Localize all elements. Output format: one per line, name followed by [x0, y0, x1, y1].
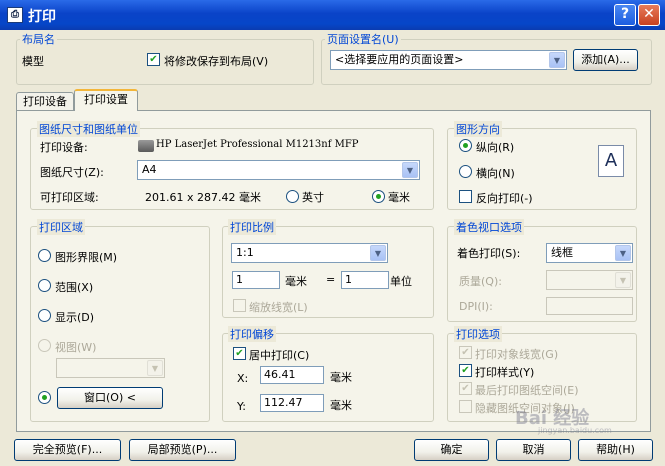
ok-button[interactable]: 确定 — [414, 439, 489, 461]
center-plot-checkbox[interactable]: ✔ — [233, 347, 246, 360]
plot-options-group-title: 打印选项 — [454, 326, 502, 342]
paper-size-label: 图纸尺寸(Z): — [40, 166, 104, 179]
scale-right-unit-label: 单位 — [390, 275, 412, 288]
help-title-button[interactable]: ? — [614, 4, 636, 26]
device-value: HP LaserJet Professional M1213nf MFP — [156, 139, 359, 150]
reverse-print-checkbox[interactable] — [459, 190, 472, 203]
offset-y-input[interactable]: 112.47 — [260, 394, 324, 412]
device-label: 打印设备: — [40, 141, 88, 154]
printer-icon — [138, 140, 154, 152]
scale-lineweight-label: 缩放线宽(L) — [249, 301, 308, 314]
print-limits-label: 图形界限(M) — [55, 251, 118, 264]
chevron-down-icon: ▼ — [370, 245, 386, 261]
window-title: 打印 — [28, 9, 56, 25]
plot-lineweights-checkbox[interactable]: ✔ — [459, 346, 472, 359]
page-setup-select[interactable]: <选择要应用的页面设置> ▼ — [330, 50, 567, 70]
watermark-sub: jingyan.baidu.com — [538, 426, 612, 435]
paper-size-select[interactable]: A4 ▼ — [137, 160, 420, 180]
close-button[interactable]: ✕ — [638, 4, 660, 26]
unit-inch-radio[interactable] — [286, 190, 299, 203]
offset-x-label: X: — [237, 372, 249, 385]
orientation-preview-icon: A — [598, 145, 624, 177]
print-area-group-title: 打印区域 — [37, 219, 85, 235]
paper-group-title: 图纸尺寸和图纸单位 — [37, 121, 140, 137]
view-select[interactable]: ▼ — [56, 358, 165, 378]
landscape-label: 横向(N) — [476, 167, 515, 180]
save-to-layout-checkbox[interactable]: ✔ — [147, 53, 160, 66]
plot-lineweights-label: 打印对象线宽(G) — [475, 348, 559, 361]
reverse-print-label: 反向打印(-) — [476, 192, 533, 205]
print-view-label: 视图(W) — [55, 341, 97, 354]
unit-mm-label: 毫米 — [388, 191, 410, 204]
portrait-label: 纵向(R) — [476, 141, 515, 154]
chevron-down-icon: ▼ — [615, 272, 631, 288]
portrait-radio[interactable] — [459, 139, 472, 152]
shade-group-title: 着色视口选项 — [454, 219, 524, 235]
scale-equals: = — [326, 273, 336, 286]
chevron-down-icon: ▼ — [147, 360, 163, 376]
offset-group-title: 打印偏移 — [228, 326, 276, 342]
full-preview-button[interactable]: 完全预览(F)... — [14, 439, 121, 461]
printable-area-value: 201.61 x 287.42 毫米 — [145, 191, 261, 204]
shade-plot-label: 着色打印(S): — [457, 247, 521, 260]
page-setup-value: <选择要应用的页面设置> — [335, 53, 464, 66]
scale-group-title: 打印比例 — [228, 219, 276, 235]
print-limits-radio[interactable] — [38, 249, 51, 262]
dpi-input[interactable] — [546, 297, 633, 315]
offset-x-input[interactable]: 46.41 — [260, 366, 324, 384]
layout-name: 模型 — [22, 55, 44, 68]
quality-label: 质量(Q): — [459, 275, 502, 288]
chevron-down-icon: ▼ — [402, 162, 418, 178]
partial-preview-button[interactable]: 局部预览(P)... — [129, 439, 236, 461]
print-display-radio[interactable] — [38, 309, 51, 322]
layout-group-title: 布局名 — [20, 31, 57, 47]
cancel-button[interactable]: 取消 — [496, 439, 571, 461]
dpi-label: DPI(I): — [459, 300, 493, 313]
scale-lineweight-checkbox[interactable] — [233, 299, 246, 312]
add-page-setup-button[interactable]: 添加(A)... — [573, 49, 638, 71]
chevron-down-icon: ▼ — [615, 245, 631, 261]
plot-paperspace-last-label: 最后打印图纸空间(E) — [475, 384, 579, 397]
chevron-down-icon: ▼ — [549, 52, 565, 68]
title-bar: ⎙ 打印 ? ✕ — [0, 0, 665, 30]
offset-y-unit: 毫米 — [330, 399, 352, 412]
print-display-label: 显示(D) — [55, 311, 95, 324]
offset-y-label: Y: — [237, 400, 246, 413]
offset-x-unit: 毫米 — [330, 371, 352, 384]
shade-plot-value: 线框 — [551, 246, 573, 259]
scale-right-input[interactable]: 1 — [341, 271, 389, 289]
plot-styles-label: 打印样式(Y) — [475, 366, 535, 379]
print-view-radio[interactable] — [38, 339, 51, 352]
plot-paperspace-last-checkbox[interactable]: ✔ — [459, 382, 472, 395]
shade-plot-select[interactable]: 线框 ▼ — [546, 243, 633, 263]
pick-window-button[interactable]: 窗口(O) < — [57, 387, 163, 409]
scale-unit-label: 毫米 — [285, 275, 307, 288]
page-setup-group-title: 页面设置名(U) — [325, 31, 401, 47]
unit-mm-radio[interactable] — [372, 190, 385, 203]
tab-print-settings[interactable]: 打印设置 — [74, 89, 138, 111]
orientation-group-title: 图形方向 — [454, 121, 502, 137]
paper-size-value: A4 — [142, 163, 157, 176]
help-button[interactable]: 帮助(H) — [578, 439, 653, 461]
landscape-radio[interactable] — [459, 165, 472, 178]
center-plot-label: 居中打印(C) — [249, 349, 310, 362]
printable-area-label: 可打印区域: — [40, 191, 99, 204]
plot-styles-checkbox[interactable]: ✔ — [459, 364, 472, 377]
scale-left-input[interactable]: 1 — [232, 271, 280, 289]
tab-print-device[interactable]: 打印设备 — [16, 92, 74, 111]
scale-value: 1:1 — [236, 246, 254, 259]
scale-select[interactable]: 1:1 ▼ — [231, 243, 388, 263]
quality-select[interactable]: ▼ — [546, 270, 633, 290]
hide-paperspace-checkbox[interactable] — [459, 400, 472, 413]
unit-inch-label: 英寸 — [302, 191, 324, 204]
save-to-layout-label: 将修改保存到布局(V) — [164, 55, 269, 68]
print-extents-radio[interactable] — [38, 279, 51, 292]
print-app-icon: ⎙ — [7, 7, 23, 23]
print-window-radio[interactable] — [38, 391, 51, 404]
print-extents-label: 范围(X) — [55, 281, 94, 294]
